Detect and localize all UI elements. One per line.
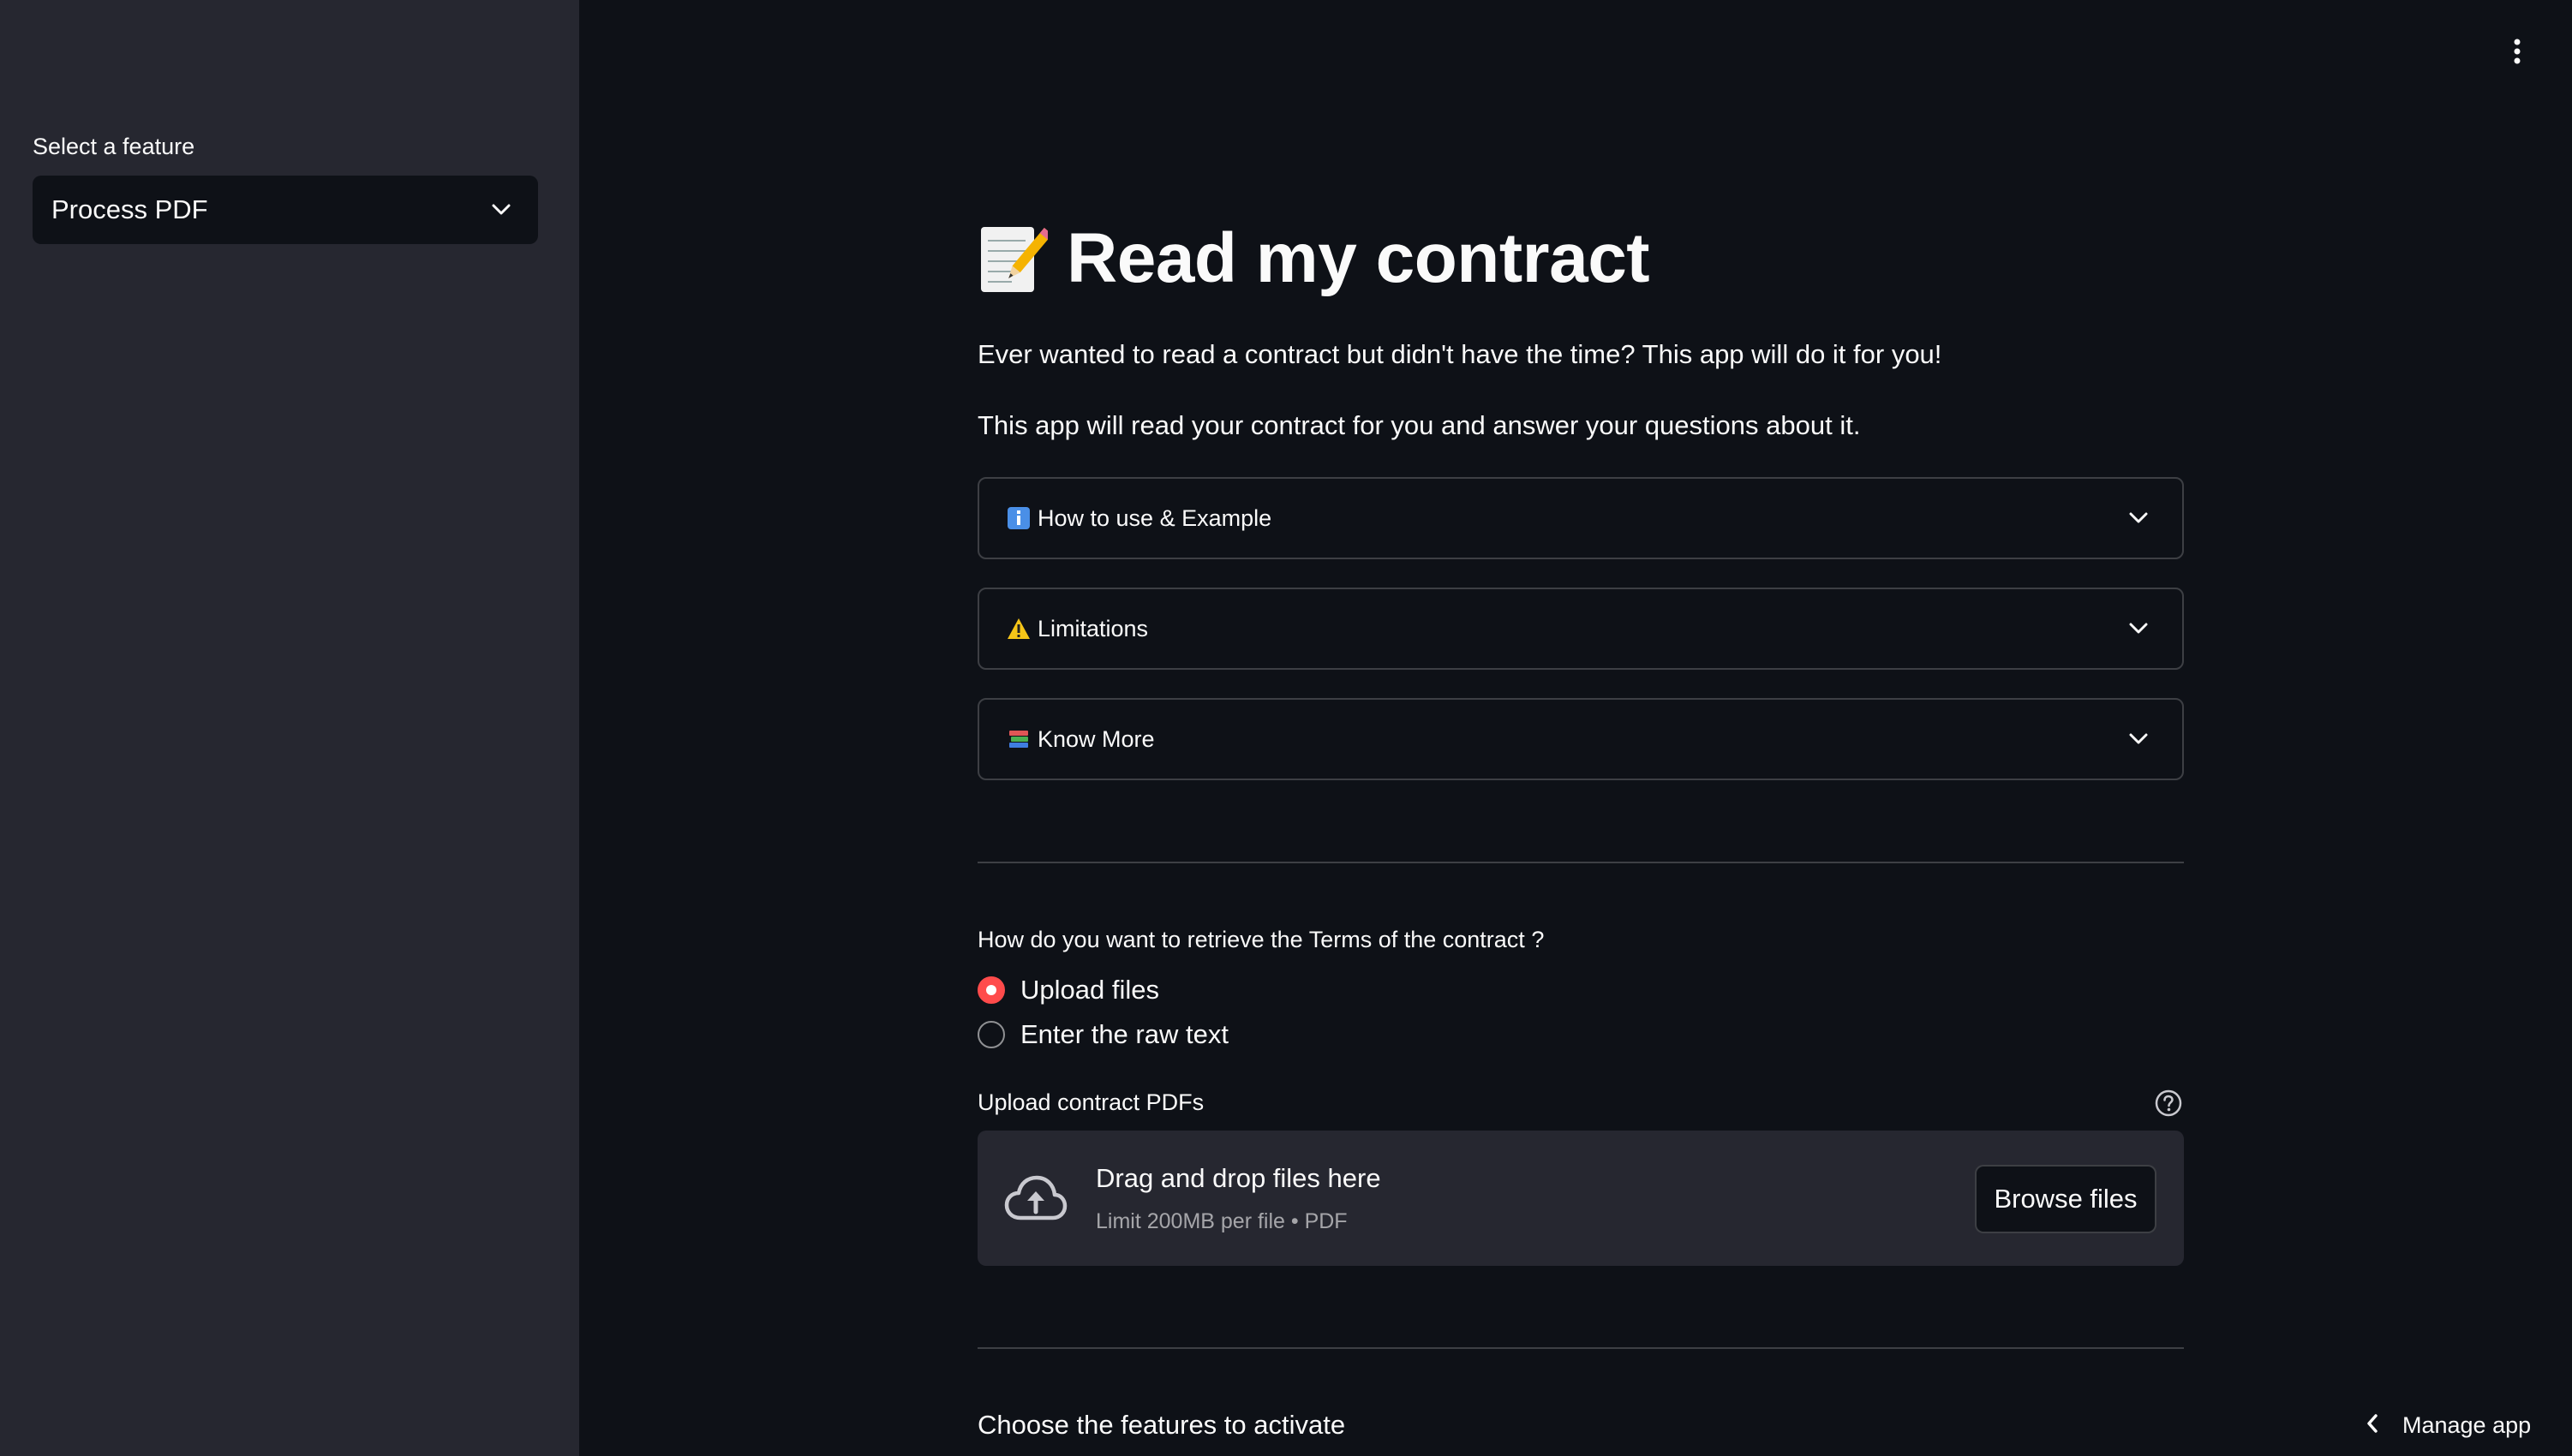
kebab-menu-icon	[2514, 39, 2521, 64]
upload-label: Upload contract PDFs	[978, 1089, 1205, 1115]
books-icon	[1007, 727, 1031, 751]
main-menu-button[interactable]	[2500, 34, 2534, 69]
retrieval-question-label: How do you want to retrieve the Terms of…	[978, 927, 1545, 952]
dropzone-title: Drag and drop files here	[1096, 1163, 1381, 1193]
sidebar: Select a feature Process PDF	[0, 0, 579, 1456]
memo-icon	[978, 222, 1053, 295]
cloud-upload-icon	[1003, 1173, 1068, 1223]
intro-text-1: Ever wanted to read a contract but didn'…	[978, 339, 1942, 369]
radio-upload-files[interactable]: Upload files	[978, 975, 1159, 1005]
intro-text-2: This app will read your contract for you…	[978, 410, 1861, 440]
feature-select[interactable]: Process PDF	[33, 176, 538, 244]
expander-limitations[interactable]: Limitations	[978, 588, 2184, 670]
info-icon	[1007, 506, 1031, 530]
radio-unselected-indicator	[978, 1021, 1005, 1048]
expander-know-more[interactable]: Know More	[978, 698, 2184, 780]
radio-enter-raw-text[interactable]: Enter the raw text	[978, 1019, 1229, 1050]
features-heading: Choose the features to activate	[978, 1410, 1346, 1440]
app: Select a feature Process PDF Read my con…	[0, 0, 2572, 1456]
expander-how-to-use[interactable]: How to use & Example	[978, 477, 2184, 559]
browse-files-button[interactable]: Browse files	[1975, 1165, 2156, 1233]
page-title-text: Read my contract	[1067, 219, 1650, 297]
radio-selected-indicator	[978, 976, 1005, 1004]
expander-label: Know More	[1038, 725, 1155, 752]
chevron-left-icon	[2366, 1413, 2378, 1438]
chevron-down-icon	[2127, 618, 2150, 640]
chevron-down-icon	[2127, 507, 2150, 529]
radio-label: Enter the raw text	[1020, 1019, 1229, 1049]
section-divider	[978, 1347, 2184, 1349]
page-title: Read my contract	[978, 218, 1650, 299]
manage-app-button[interactable]: Manage app	[2366, 1408, 2531, 1442]
feature-select-value: Process PDF	[51, 194, 208, 224]
manage-app-label: Manage app	[2402, 1411, 2532, 1438]
expander-label: How to use & Example	[1038, 504, 1272, 531]
expander-label: Limitations	[1038, 615, 1149, 641]
help-icon[interactable]	[2155, 1089, 2182, 1117]
chevron-down-icon	[490, 199, 512, 221]
radio-label: Upload files	[1020, 975, 1159, 1005]
feature-select-label: Select a feature	[33, 134, 195, 159]
section-divider	[978, 862, 2184, 863]
dropzone-subtitle: Limit 200MB per file • PDF	[1096, 1209, 1348, 1233]
file-dropzone[interactable]: Drag and drop files here Limit 200MB per…	[978, 1131, 2184, 1266]
warning-icon	[1007, 617, 1031, 641]
chevron-down-icon	[2127, 728, 2150, 750]
